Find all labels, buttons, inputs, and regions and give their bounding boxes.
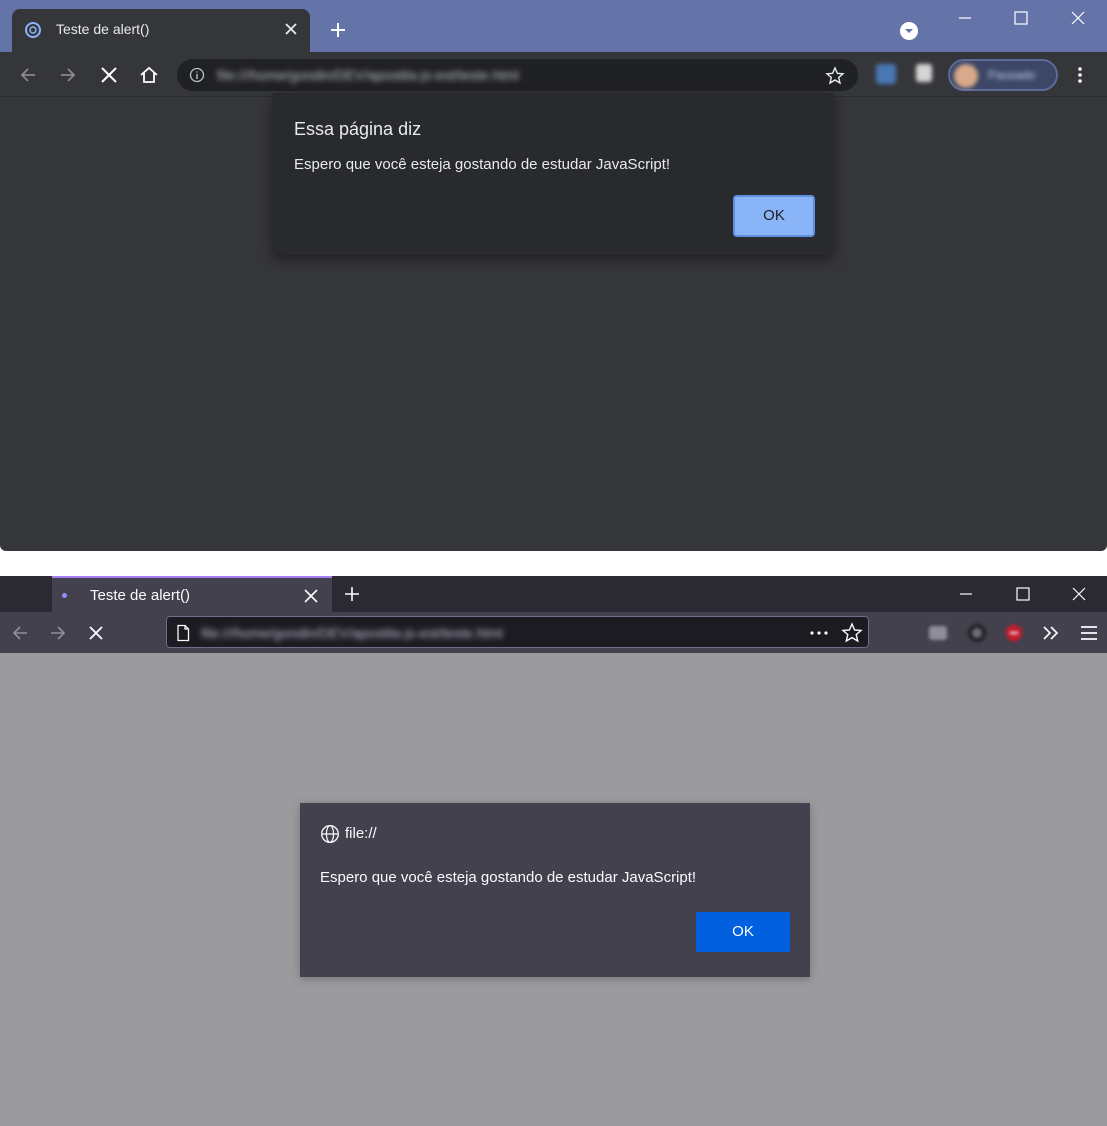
loading-dot-icon <box>62 593 67 598</box>
alert-dialog: file:// Espero que você esteja gostando … <box>300 803 810 977</box>
close-window-icon[interactable] <box>1068 8 1088 28</box>
address-url: file:///home/gondin/DEV/apostila-js-est/… <box>217 67 519 83</box>
dialog-title: Essa página diz <box>294 119 422 139</box>
profile-name: Pausado <box>988 68 1036 82</box>
firefox-toolbar: file:///home/gondin/DEV/apostila-js-est/… <box>0 612 1107 653</box>
extension-icon[interactable] <box>876 64 896 84</box>
firefox-window: Teste de alert() file:///home/gondin/DEV… <box>0 576 1107 1126</box>
extension-icon[interactable] <box>966 622 988 644</box>
chrome-titlebar: Teste de alert() <box>0 0 1107 52</box>
extension-icon[interactable] <box>1003 622 1025 644</box>
minimize-icon[interactable] <box>955 8 975 28</box>
forward-icon[interactable] <box>57 64 79 86</box>
address-url: file:///home/gondin/DEV/apostila-js-est/… <box>201 625 503 641</box>
page-actions-icon[interactable] <box>807 623 831 643</box>
dialog-message: Espero que você esteja gostando de estud… <box>320 869 697 886</box>
forward-icon[interactable] <box>47 622 69 644</box>
home-icon[interactable] <box>138 64 160 86</box>
dialog-message: Espero que você esteja gostando de estud… <box>294 156 671 173</box>
extension-icon[interactable] <box>916 64 932 82</box>
site-info-icon[interactable] <box>189 67 205 83</box>
back-icon[interactable] <box>17 64 39 86</box>
ok-button[interactable]: OK <box>696 912 790 952</box>
chrome-tab-title: Teste de alert() <box>56 21 150 37</box>
firefox-tab[interactable]: Teste de alert() <box>52 576 332 612</box>
alert-dialog: Essa página diz Espero que você esteja g… <box>273 93 834 255</box>
avatar <box>954 64 978 88</box>
dialog-origin: file:// <box>345 825 377 842</box>
loading-favicon-icon <box>24 21 42 39</box>
chrome-toolbar: file:///home/gondin/DEV/apostila-js-est/… <box>0 52 1107 97</box>
firefox-tab-title: Teste de alert() <box>90 587 191 604</box>
page-icon <box>175 624 191 642</box>
stop-loading-icon[interactable] <box>85 622 107 644</box>
chrome-window: Teste de alert() file:///home/gondin/DEV… <box>0 0 1107 551</box>
bookmark-star-icon[interactable] <box>841 622 863 644</box>
minimize-icon[interactable] <box>956 584 976 604</box>
new-tab-icon[interactable] <box>328 20 348 40</box>
firefox-titlebar: Teste de alert() <box>0 576 1107 612</box>
new-tab-icon[interactable] <box>342 584 362 604</box>
back-icon[interactable] <box>9 622 31 644</box>
tab-search-icon[interactable] <box>900 22 918 40</box>
overflow-chevron-icon[interactable] <box>1040 622 1062 644</box>
address-bar[interactable]: file:///home/gondin/DEV/apostila-js-est/… <box>166 616 869 648</box>
extension-icon[interactable] <box>927 622 949 644</box>
close-tab-icon[interactable] <box>283 21 299 37</box>
address-bar[interactable]: file:///home/gondin/DEV/apostila-js-est/… <box>177 59 858 91</box>
close-window-icon[interactable] <box>1069 584 1089 604</box>
close-tab-icon[interactable] <box>302 587 320 605</box>
maximize-icon[interactable] <box>1013 584 1033 604</box>
stop-loading-icon[interactable] <box>98 64 120 86</box>
profile-button[interactable]: Pausado <box>948 59 1058 91</box>
chrome-tab[interactable]: Teste de alert() <box>12 9 310 52</box>
bookmark-star-icon[interactable] <box>825 66 845 86</box>
globe-icon <box>320 824 340 844</box>
hamburger-menu-icon[interactable] <box>1078 622 1100 644</box>
kebab-menu-icon[interactable] <box>1070 64 1090 86</box>
maximize-icon[interactable] <box>1011 8 1031 28</box>
ok-button[interactable]: OK <box>733 195 815 237</box>
